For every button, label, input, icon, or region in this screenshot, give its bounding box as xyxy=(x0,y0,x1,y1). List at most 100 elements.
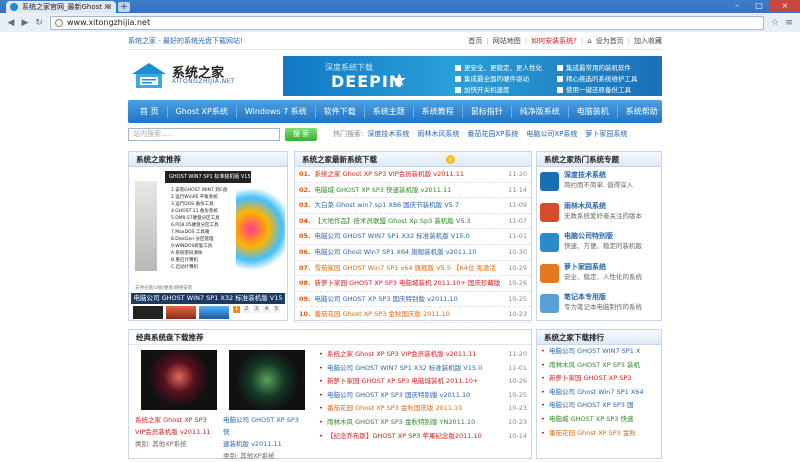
download-link[interactable]: 系统之家 Ghost XP SP3 VIP会员装机版 v2011.11 xyxy=(315,170,464,178)
nav-item-pure-system[interactable]: 纯净版系统 xyxy=(512,106,569,118)
topic-item[interactable]: 雨林木风系统无数系统爱好者关注的版本 xyxy=(537,198,661,229)
rank-row[interactable]: 雨林木风 GHOST XP SP3 装机 xyxy=(537,359,661,373)
download-row[interactable]: 07.雪茄家园 GHOST Win7 SP1 x64 旗舰版 V5.5 【64位… xyxy=(295,261,531,277)
download-row[interactable]: 10.番茄花园 Ghost XP SP3 金秋国庆版 2011.1010-23 xyxy=(295,307,531,323)
site-search-input[interactable]: 站内搜索...... xyxy=(128,128,280,141)
topic-item[interactable]: 深度技术系统简约而不简单, 值得深入 xyxy=(537,167,661,198)
rank-row[interactable]: 电脑城 GHOST XP SP3 快速 xyxy=(537,413,661,427)
rank-row[interactable]: 电脑公司 GHOST XP SP3 国 xyxy=(537,399,661,413)
rank-row[interactable]: 电脑公司 GHOST WIN7 SP1 X xyxy=(537,345,661,359)
hot-search-link[interactable]: 萝卜家园系统 xyxy=(585,129,627,139)
download-link[interactable]: 【大地作品】技术员联盟 Ghost Xp Sp3 装机版 V5.3 xyxy=(315,217,471,225)
nav-item-ghost-xp[interactable]: Ghost XP系统 xyxy=(168,106,237,118)
rank-link[interactable]: 电脑公司 Ghost Win7 SP1 X64 xyxy=(549,388,644,396)
close-window-icon[interactable]: × xyxy=(770,0,800,12)
classic-row[interactable]: 雨林木风 GHOST XP SP3 金秋特别版 YN2011.1010-23 xyxy=(319,416,533,430)
download-row[interactable]: 05.电脑公司 GHOST WIN7 SP1 X32 标准装机版 V15.011… xyxy=(295,229,531,245)
rank-row[interactable]: 新萝卜家园 GHOST XP SP3 xyxy=(537,372,661,386)
slide-page-number[interactable]: 2 xyxy=(243,306,250,313)
slide-page-number[interactable]: 1 xyxy=(233,306,240,313)
slide-page-number[interactable]: 4 xyxy=(263,306,270,313)
nav-item-software[interactable]: 软件下载 xyxy=(316,106,365,118)
classic-card[interactable]: 系统之家 Ghost XP SP3 VIP会员装机版 v2011.11 类别: … xyxy=(135,414,215,450)
topic-title[interactable]: 深度技术系统 xyxy=(564,170,661,180)
rank-link[interactable]: 雨林木风 GHOST XP SP3 装机 xyxy=(549,361,640,369)
forward-icon[interactable]: ▶ xyxy=(18,16,32,30)
classic-row[interactable]: 电脑公司 GHOST WIN7 SP1 X32 标准装机版 V15.011-01 xyxy=(319,362,533,376)
slide-thumbnail[interactable] xyxy=(199,306,229,319)
browser-tab[interactable]: 系统之家官网_最新Ghost XI × xyxy=(6,1,116,13)
nav-item-cursors[interactable]: 鼠标指针 xyxy=(463,106,512,118)
minimize-icon[interactable]: – xyxy=(726,0,748,12)
classic-link[interactable]: 番茄花园 Ghost XP SP3 金秋国庆版 2011.10 xyxy=(327,404,462,412)
site-logo[interactable]: 系统之家 XITONGZHIJIA.NET xyxy=(130,60,242,92)
topic-title[interactable]: 雨林木风系统 xyxy=(564,201,661,211)
download-row[interactable]: 03.大白菜 Ghost win7 sp1 X86 国庆节装机版 V5.711-… xyxy=(295,198,531,214)
classic-row[interactable]: 番茄花园 Ghost XP SP3 金秋国庆版 2011.1010-23 xyxy=(319,402,533,416)
download-row[interactable]: 02.电脑城 GHOST XP SP3 快速装机版 v2011.1111-14 xyxy=(295,183,531,199)
nav-item-tutorials[interactable]: 系统教程 xyxy=(414,106,463,118)
download-row[interactable]: 08.新萝卜家园 GHOST XP SP3 电脑城装机 2011.10+ 国庆珍… xyxy=(295,276,531,292)
topic-title[interactable]: 萝卜家园系统 xyxy=(564,262,661,272)
slide-page-number[interactable]: 5 xyxy=(273,306,280,313)
slide-caption[interactable]: 电脑公司 GHOST WIN7 SP1 X32 标准装机版 V15 xyxy=(131,293,285,304)
top-link-set-homepage[interactable]: 设为首页 xyxy=(596,32,624,50)
download-link[interactable]: 电脑城 GHOST XP SP3 快速装机版 v2011.11 xyxy=(315,186,452,194)
address-bar[interactable]: www.xitongzhijia.net xyxy=(50,16,764,30)
maximize-icon[interactable]: □ xyxy=(748,0,770,12)
download-row[interactable]: 04.【大地作品】技术员联盟 Ghost Xp Sp3 装机版 V5.311-0… xyxy=(295,214,531,230)
download-link[interactable]: 电脑公司 GHOST WIN7 SP1 X32 标准装机版 V15.0 xyxy=(315,232,470,240)
recommend-slide-image[interactable]: GHOST WIN7 SP1 标准装机版 V15 1.安装GHOST WIN7 … xyxy=(131,169,285,293)
classic-link[interactable]: 雨林木风 GHOST XP SP3 金秋特别版 YN2011.10 xyxy=(327,418,475,426)
slide-thumbnail[interactable] xyxy=(133,306,163,319)
system-disc-image[interactable] xyxy=(229,350,305,410)
classic-link[interactable]: 新萝卜家园 GHOST XP SP3 电脑城装机 2011.10+ xyxy=(327,377,478,385)
download-link[interactable]: 电脑公司 Ghost Win7 SP1 X64 旗舰装机版 v2011.10 xyxy=(315,248,477,256)
rank-link[interactable]: 番茄花园 Ghost XP SP3 金秋 xyxy=(549,429,636,437)
nav-item-home[interactable]: 首 页 xyxy=(132,106,168,118)
system-disc-image[interactable] xyxy=(141,350,217,410)
slide-page-number[interactable]: 3 xyxy=(253,306,260,313)
classic-link[interactable]: 电脑公司 GHOST XP SP3 国庆特别版 v2011.10 xyxy=(327,391,470,399)
topic-item[interactable]: 电脑公司特别版快速、方便、稳定的装机版 xyxy=(537,228,661,259)
classic-link[interactable]: 【纪念乔布斯】GHOST XP SP3 苹果纪念版2011.10 xyxy=(327,432,482,440)
classic-link[interactable]: 系统之家 Ghost XP SP3 VIP会员装机版 v2011.11 xyxy=(327,350,476,358)
download-row[interactable]: 06.电脑公司 Ghost Win7 SP1 X64 旗舰装机版 v2011.1… xyxy=(295,245,531,261)
hot-search-link[interactable]: 番茄花园XP系统 xyxy=(467,129,518,139)
hot-search-link[interactable]: 深度技术系统 xyxy=(367,129,409,139)
rank-link[interactable]: 电脑公司 GHOST WIN7 SP1 X xyxy=(549,347,640,355)
back-icon[interactable]: ◀ xyxy=(4,16,18,30)
tab-close-icon[interactable]: × xyxy=(106,1,112,13)
download-link[interactable]: 电脑公司 GHOST XP SP3 国庆特别版 v2011.10 xyxy=(315,295,458,303)
nav-item-themes[interactable]: 系统主题 xyxy=(365,106,414,118)
topic-item[interactable]: 笔记本专用版专为笔记本电脑制作的系统 xyxy=(537,289,661,320)
wrench-menu-icon[interactable]: ≡ xyxy=(782,16,796,30)
rank-row[interactable]: 电脑公司 Ghost Win7 SP1 X64 xyxy=(537,386,661,400)
classic-row[interactable]: 系统之家 Ghost XP SP3 VIP会员装机版 v2011.1111-20 xyxy=(319,348,533,362)
hot-search-link[interactable]: 电脑公司XP系统 xyxy=(526,129,577,139)
download-link[interactable]: 新萝卜家园 GHOST XP SP3 电脑城装机 2011.10+ 国庆珍藏版 xyxy=(315,279,501,287)
topic-title[interactable]: 电脑公司特别版 xyxy=(564,231,661,241)
nav-item-windows7[interactable]: Windows 7 系统 xyxy=(237,106,316,118)
deepin-banner-ad[interactable]: 深度系统下载 DEEPIN ★ 更安全、更稳定、更人性化 集成最常用的装机软件 … xyxy=(283,56,662,96)
search-button[interactable]: 搜 索 xyxy=(285,128,317,141)
download-link[interactable]: 番茄花园 Ghost XP SP3 金秋国庆版 2011.10 xyxy=(315,310,450,318)
topic-title[interactable]: 笔记本专用版 xyxy=(564,292,661,302)
reload-icon[interactable]: ↻ xyxy=(32,16,46,30)
top-link-add-favorite[interactable]: 加入收藏 xyxy=(634,32,662,50)
download-link[interactable]: 雪茄家园 GHOST Win7 SP1 x64 旗舰版 V5.5 【64位 免激… xyxy=(315,264,496,272)
nav-item-pc-install[interactable]: 电脑装机 xyxy=(569,106,618,118)
download-link[interactable]: 大白菜 Ghost win7 sp1 X86 国庆节装机版 V5.7 xyxy=(315,201,460,209)
bookmark-star-icon[interactable]: ☆ xyxy=(768,16,782,30)
nav-item-help[interactable]: 系统帮助 xyxy=(618,106,666,118)
classic-row[interactable]: 【纪念乔布斯】GHOST XP SP3 苹果纪念版2011.1010-14 xyxy=(319,430,533,444)
top-link-install-guide[interactable]: 如何安装系统? xyxy=(531,32,577,50)
classic-row[interactable]: 电脑公司 GHOST XP SP3 国庆特别版 v2011.1010-25 xyxy=(319,389,533,403)
rank-link[interactable]: 新萝卜家园 GHOST XP SP3 xyxy=(549,374,631,382)
top-link-sitemap[interactable]: 网站地图 xyxy=(493,32,521,50)
download-row[interactable]: 01.系统之家 Ghost XP SP3 VIP会员装机版 v2011.1111… xyxy=(295,167,531,183)
rank-link[interactable]: 电脑城 GHOST XP SP3 快速 xyxy=(549,415,633,423)
topic-item[interactable]: 萝卜家园系统安全、稳定、人性化的系统 xyxy=(537,259,661,290)
classic-link[interactable]: 电脑公司 GHOST WIN7 SP1 X32 标准装机版 V15.0 xyxy=(327,364,482,372)
top-link-home[interactable]: 首页 xyxy=(468,32,482,50)
